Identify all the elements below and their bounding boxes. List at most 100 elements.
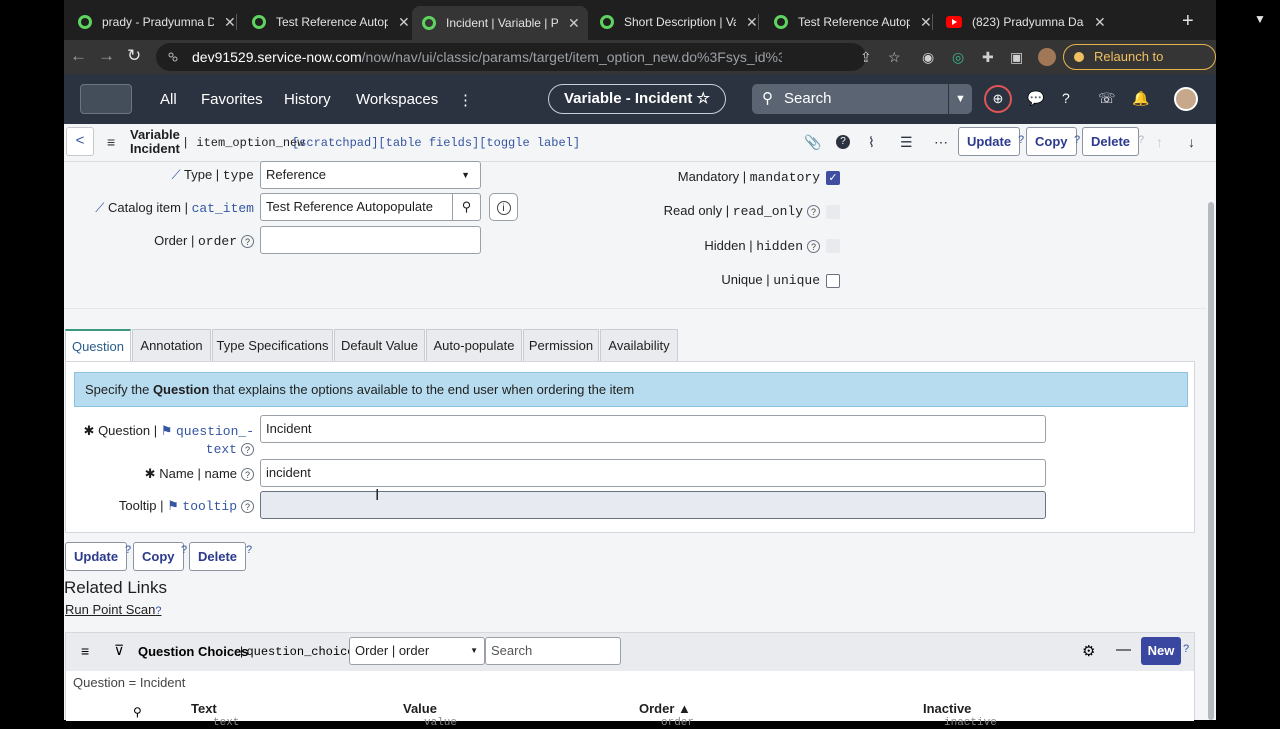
close-icon[interactable]: ✕ <box>1094 14 1106 31</box>
edit-icon[interactable]: ⟋ <box>171 167 180 182</box>
star-icon[interactable]: ☆ <box>697 90 710 107</box>
activity-icon[interactable]: ⌇ <box>868 134 875 151</box>
help-icon[interactable]: ? <box>836 135 850 149</box>
nav-menu-workspaces[interactable]: Workspaces <box>356 91 438 108</box>
help-icon[interactable]: ? <box>241 500 254 514</box>
lookup-button[interactable]: ⚲ <box>452 193 481 221</box>
gear-icon[interactable]: ⚙ <box>1082 642 1095 660</box>
question-field[interactable]: Incident <box>260 415 1046 443</box>
type-select[interactable]: Reference ▼ <box>260 161 481 189</box>
logo[interactable] <box>80 84 132 114</box>
avatar[interactable] <box>1174 87 1198 111</box>
read-only-checkbox[interactable] <box>826 205 840 219</box>
tab-question[interactable]: Question <box>65 329 131 362</box>
column-header-text[interactable]: Text <box>191 701 217 716</box>
nav-menu-history[interactable]: History <box>284 91 331 108</box>
tab-default-value[interactable]: Default Value <box>334 329 425 362</box>
search-icon[interactable]: ⚲ <box>133 705 142 719</box>
chat-icon[interactable]: 💬 <box>1027 90 1044 107</box>
url-field[interactable]: dev91529.service-now.com/now/nav/ui/clas… <box>156 43 866 71</box>
arrow-up-icon[interactable]: ↑ <box>1156 134 1163 150</box>
new-tab-icon[interactable]: + <box>1182 10 1194 33</box>
tab-type-specifications[interactable]: Type Specifications <box>212 329 333 362</box>
help-icon[interactable]: ? <box>125 544 131 556</box>
nav-menu-favorites[interactable]: Favorites <box>201 91 263 108</box>
tab-availability[interactable]: Availability <box>600 329 678 362</box>
list-search-input[interactable]: Search <box>485 637 621 665</box>
help-icon[interactable]: ? <box>807 240 820 254</box>
chevron-down-icon[interactable]: ▼ <box>948 84 972 114</box>
help-icon[interactable]: ? <box>241 443 254 457</box>
tab-annotation[interactable]: Annotation <box>132 329 211 362</box>
scrollbar-thumb[interactable] <box>1208 202 1214 720</box>
help-icon[interactable]: ? <box>1018 134 1024 146</box>
extension-icon[interactable]: ◉ <box>922 49 934 66</box>
collapse-icon[interactable]: — <box>1116 641 1131 658</box>
more-menu-icon[interactable]: ⋮ <box>458 91 473 109</box>
help-icon[interactable]: ? <box>246 544 252 556</box>
filter-icon[interactable]: ⊽ <box>114 642 124 659</box>
update-button[interactable]: Update <box>958 127 1021 156</box>
sliders-icon[interactable]: ☰ <box>900 134 913 151</box>
bell-icon[interactable]: 🔔 <box>1132 90 1149 107</box>
browser-tab[interactable]: (823) Pradyumna Das ✕ <box>936 8 1106 36</box>
scrollbar[interactable] <box>1206 162 1216 720</box>
back-arrow-icon[interactable]: ← <box>70 46 87 66</box>
sort-select[interactable]: Order | order ▼ <box>349 637 485 665</box>
browser-tab-active[interactable]: Incident | Variable | Pr ✕ <box>412 6 588 40</box>
extension-icon[interactable]: ◎ <box>952 49 964 66</box>
column-header-inactive[interactable]: Inactive <box>923 701 971 716</box>
share-icon[interactable]: ⇪ <box>860 49 872 66</box>
edit-icon[interactable]: ⟋ <box>95 200 104 215</box>
delete-button[interactable]: Delete <box>189 542 247 571</box>
reload-icon[interactable]: ↻ <box>127 46 141 66</box>
puzzle-icon[interactable]: ✚ <box>982 49 994 66</box>
tab-permission[interactable]: Permission <box>523 329 599 362</box>
relaunch-button[interactable]: Relaunch to update <box>1063 44 1216 88</box>
column-header-value[interactable]: Value <box>403 701 437 716</box>
hidden-checkbox[interactable] <box>826 239 840 253</box>
tab-auto-populate[interactable]: Auto-populate <box>426 329 522 362</box>
mandatory-checkbox[interactable]: ✓ <box>826 171 840 185</box>
info-button[interactable]: i <box>489 193 518 221</box>
help-icon[interactable]: ? <box>1074 134 1080 146</box>
help-icon[interactable]: ? <box>807 205 820 219</box>
close-icon[interactable]: ✕ <box>568 15 580 32</box>
help-icon[interactable]: ? <box>241 468 254 482</box>
copy-button[interactable]: Copy <box>1026 127 1077 156</box>
unique-checkbox[interactable] <box>826 274 840 288</box>
new-button[interactable]: New <box>1141 637 1181 665</box>
back-button[interactable]: < <box>66 127 94 156</box>
global-search[interactable]: ⚲ Search ▼ <box>752 84 972 114</box>
order-field[interactable] <box>260 226 481 254</box>
help-icon[interactable]: ? <box>241 235 254 249</box>
close-icon[interactable]: ✕ <box>224 14 236 31</box>
browser-tab[interactable]: Test Reference Autopo ✕ <box>764 8 932 36</box>
debug-links[interactable]: [scratchpad][table fields][toggle label] <box>292 136 580 150</box>
name-field[interactable]: incident <box>260 459 1046 487</box>
site-info-icon[interactable] <box>168 52 178 62</box>
more-icon[interactable]: ⋯ <box>934 134 948 151</box>
close-icon[interactable]: ✕ <box>920 14 932 31</box>
flag-icon[interactable]: ⚑ <box>167 498 179 513</box>
browser-tab[interactable]: Test Reference Autopo ✕ <box>242 8 410 36</box>
forward-arrow-icon[interactable]: → <box>98 46 115 66</box>
help-icon[interactable]: ? <box>1062 90 1070 106</box>
copy-button[interactable]: Copy <box>133 542 184 571</box>
close-icon[interactable]: ✕ <box>746 14 758 31</box>
phone-icon[interactable]: ☏ <box>1098 90 1116 107</box>
browser-tab[interactable]: Short Description | Va ✕ <box>590 8 758 36</box>
hamburger-icon[interactable]: ≡ <box>107 134 115 150</box>
arrow-down-icon[interactable]: ↓ <box>1188 134 1195 150</box>
column-header-order[interactable]: Order ▲ <box>639 701 691 716</box>
profile-avatar[interactable] <box>1038 48 1056 66</box>
update-button[interactable]: Update <box>65 542 128 571</box>
chevron-down-icon[interactable]: ▼ <box>1254 12 1266 26</box>
close-icon[interactable]: ✕ <box>398 14 410 31</box>
globe-icon[interactable]: ⊕ <box>984 85 1012 113</box>
run-point-scan-link[interactable]: Run Point Scan? <box>65 602 161 617</box>
flag-icon[interactable]: ⚑ <box>161 423 173 438</box>
help-icon[interactable]: ? <box>1183 643 1189 655</box>
help-icon[interactable]: ? <box>1138 134 1144 146</box>
delete-button[interactable]: Delete <box>1082 127 1140 156</box>
